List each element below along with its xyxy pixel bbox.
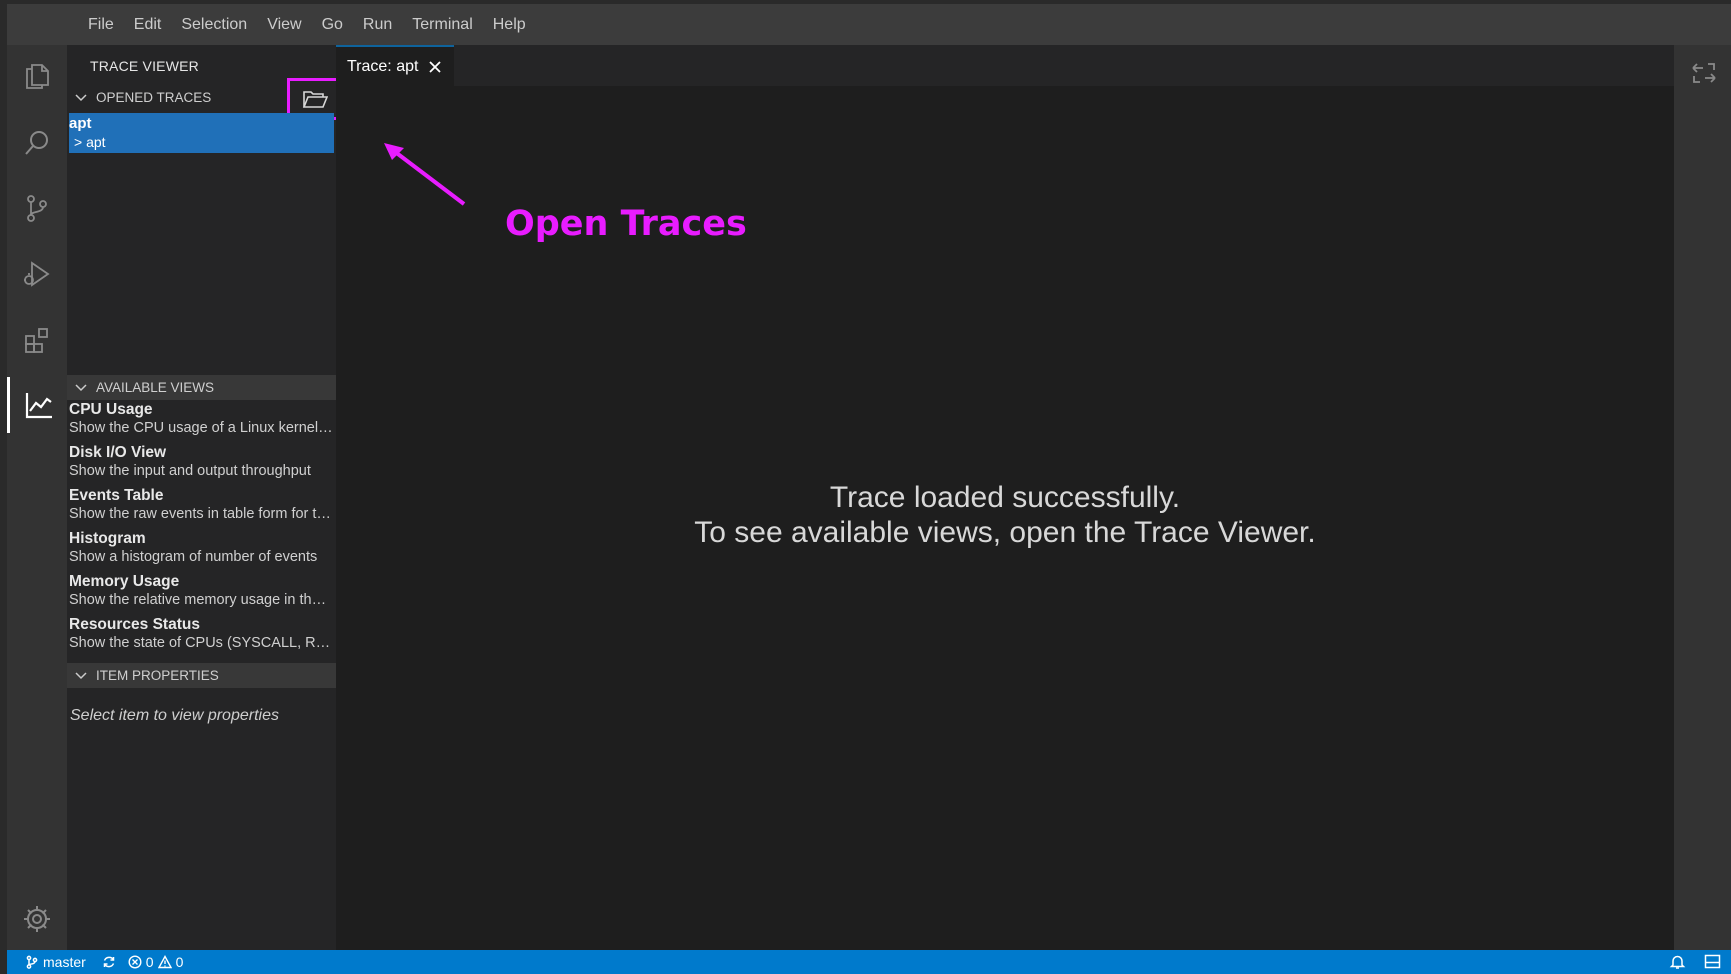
extensions-icon[interactable] — [7, 312, 67, 368]
open-folder-icon — [302, 91, 328, 108]
git-branch-status[interactable]: master — [25, 954, 86, 970]
bell-icon[interactable] — [1669, 953, 1686, 970]
warning-count: 0 — [175, 954, 184, 970]
opened-traces-label: OPENED TRACES — [96, 90, 212, 105]
trace-loaded-message: Trace loaded successfully. To see availa… — [336, 480, 1674, 550]
trace-experiment: > apt — [74, 134, 106, 150]
trace-name: apt — [69, 115, 92, 132]
item-properties-label: ITEM PROPERTIES — [96, 668, 219, 683]
chevron-down-icon — [75, 383, 87, 391]
view-title: CPU Usage — [69, 401, 153, 418]
explorer-icon[interactable] — [7, 48, 67, 104]
annotation-arrow — [384, 143, 466, 206]
message-line-1: Trace loaded successfully. — [829, 481, 1181, 514]
sync-status[interactable] — [102, 955, 120, 969]
error-count: 0 — [145, 954, 154, 970]
view-title: Histogram — [69, 530, 146, 547]
warning-icon — [157, 955, 172, 969]
view-item-histogram[interactable]: Histogram Show a histogram of number of … — [69, 530, 334, 565]
source-control-icon[interactable] — [7, 180, 67, 236]
trace-list-item[interactable]: apt > apt — [69, 113, 334, 153]
problems-status[interactable]: 0 0 — [128, 954, 184, 970]
sidebar-title: TRACE VIEWER — [90, 58, 199, 74]
menu-bar: File Edit Selection View Go Run Terminal… — [7, 4, 1731, 45]
view-item-events-table[interactable]: Events Table Show the raw events in tabl… — [69, 487, 334, 522]
window: File Edit Selection View Go Run Terminal… — [0, 0, 1731, 974]
branch-name: master — [43, 954, 86, 970]
menu-run[interactable]: Run — [353, 4, 402, 45]
menu-selection[interactable]: Selection — [171, 4, 257, 45]
tab-trace-apt[interactable]: Trace: apt — [336, 45, 454, 86]
view-item-cpu-usage[interactable]: CPU Usage Show the CPU usage of a Linux … — [69, 401, 334, 436]
activity-bar — [7, 45, 67, 950]
close-icon[interactable] — [428, 60, 442, 74]
view-title: Resources Status — [69, 616, 200, 633]
view-description: Show the CPU usage of a Linux kernel tra… — [69, 420, 334, 436]
settings-gear-icon[interactable] — [7, 891, 67, 947]
menu-help[interactable]: Help — [483, 4, 536, 45]
menu-terminal[interactable]: Terminal — [402, 4, 482, 45]
item-properties-header[interactable]: ITEM PROPERTIES — [67, 663, 336, 688]
panel-icon[interactable] — [1704, 953, 1721, 970]
run-debug-icon[interactable] — [7, 246, 67, 302]
sidebar: TRACE VIEWER OPENED TRACES apt > apt AVA… — [67, 45, 342, 950]
search-icon[interactable] — [7, 115, 67, 171]
sync-icon — [103, 956, 115, 968]
view-title: Memory Usage — [69, 573, 180, 590]
git-branch-icon — [26, 955, 38, 969]
view-description: Show the input and output throughput — [69, 463, 311, 479]
status-bar-right — [1651, 953, 1721, 970]
menu-file[interactable]: File — [78, 4, 124, 45]
properties-placeholder: Select item to view properties — [70, 707, 279, 724]
view-item-resources-status[interactable]: Resources Status Show the state of CPUs … — [69, 616, 334, 651]
menu-go[interactable]: Go — [312, 4, 353, 45]
chevron-down-icon — [75, 671, 87, 679]
available-views-label: AVAILABLE VIEWS — [96, 380, 215, 395]
view-description: Show the raw events in table form for th… — [69, 506, 334, 522]
tab-label: Trace: apt — [347, 57, 419, 75]
chevron-down-icon — [75, 93, 87, 101]
menu-view[interactable]: View — [257, 4, 311, 45]
view-title: Events Table — [69, 487, 164, 504]
right-toolbar — [1674, 45, 1731, 950]
view-item-memory-usage[interactable]: Memory Usage Show the relative memory us… — [69, 573, 334, 608]
trace-viewer-icon[interactable] — [7, 377, 67, 433]
view-description: Show the state of CPUs (SYSCALL, RUNNING… — [69, 635, 334, 651]
layout-icon[interactable] — [1690, 59, 1718, 87]
view-description: Show a histogram of number of events — [69, 549, 318, 565]
view-item-disk-io[interactable]: Disk I/O View Show the input and output … — [69, 444, 334, 479]
editor-tab-bar: Trace: apt — [336, 45, 1674, 86]
annotation-label: Open Traces — [505, 204, 747, 244]
error-icon — [128, 955, 142, 969]
view-title: Disk I/O View — [69, 444, 167, 461]
view-description: Show the relative memory usage in the tr… — [69, 592, 334, 608]
status-bar: master 0 0 — [7, 950, 1731, 974]
menu-edit[interactable]: Edit — [124, 4, 172, 45]
message-line-2: To see available views, open the Trace V… — [694, 516, 1316, 549]
available-views-header[interactable]: AVAILABLE VIEWS — [67, 375, 336, 400]
